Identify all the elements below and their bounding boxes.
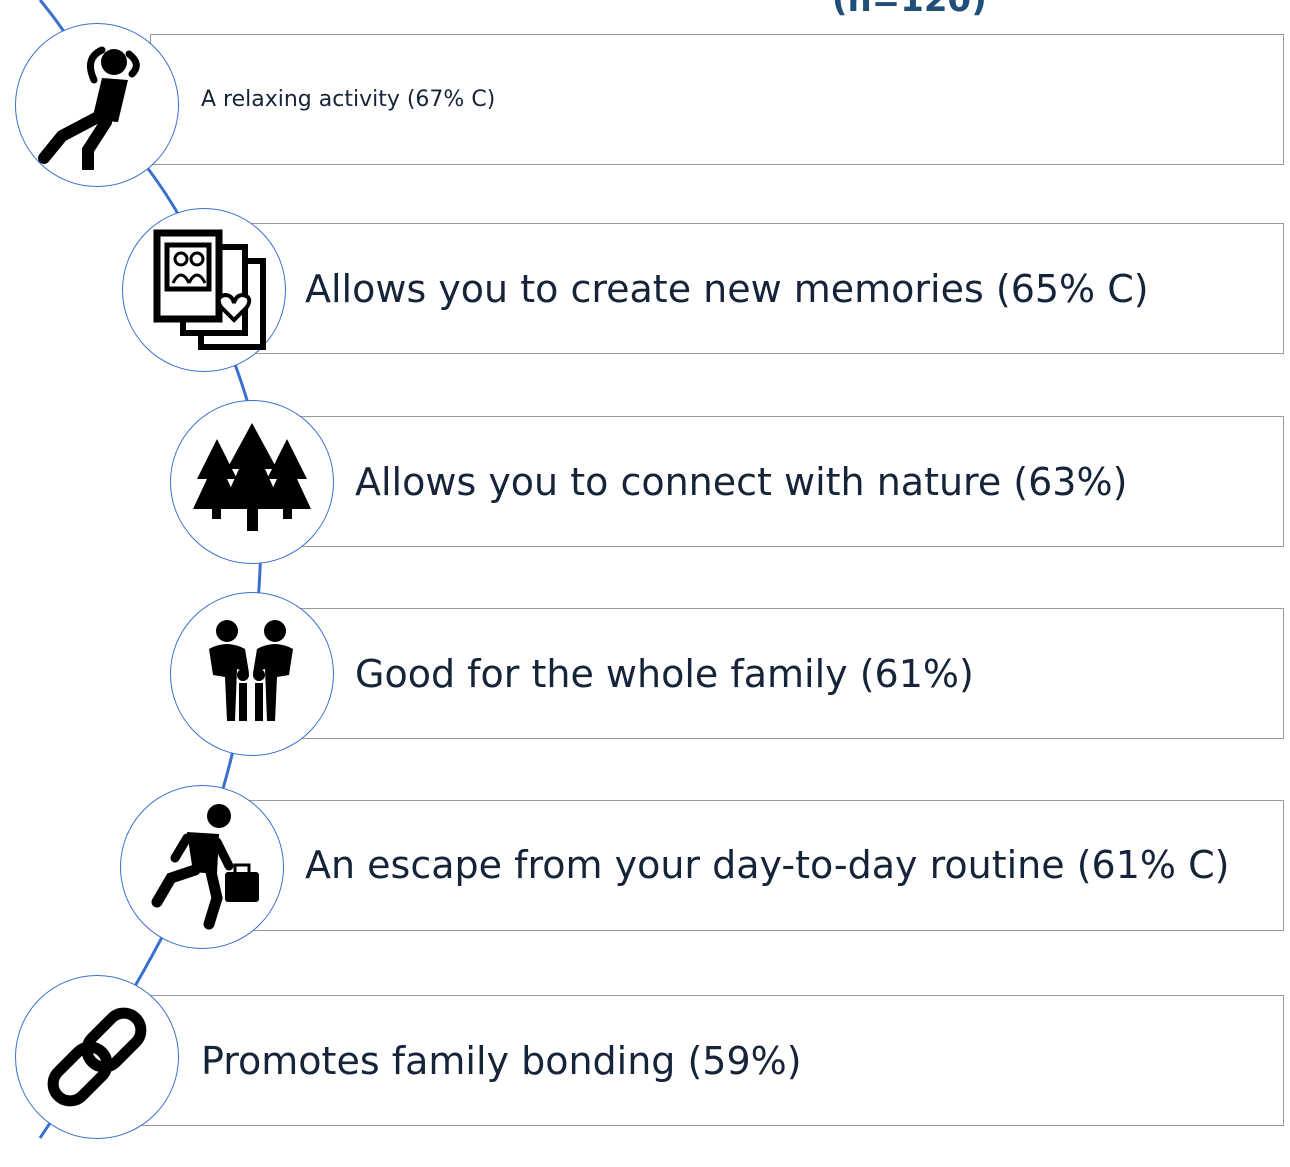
benefit-box-5: An escape from your day-to-day routine (…	[230, 800, 1284, 931]
icon-circle-4	[170, 592, 334, 756]
icon-circle-5	[120, 785, 284, 949]
page: { "header": { "fragment": "(n=120)" }, "…	[0, 0, 1290, 1167]
benefit-box-3: Allows you to connect with nature (63%)	[282, 416, 1284, 547]
benefit-label-3: Allows you to connect with nature (63%)	[355, 459, 1128, 504]
benefit-box-1: A relaxing activity (67% C)	[150, 34, 1284, 165]
benefit-label-2: Allows you to create new memories (65% C…	[305, 266, 1149, 311]
benefit-box-6: Promotes family bonding (59%)	[125, 995, 1284, 1126]
icon-circle-2	[122, 208, 286, 372]
person-running-briefcase-icon	[151, 804, 259, 930]
benefit-label-5: An escape from your day-to-day routine (…	[305, 842, 1230, 887]
benefit-box-4: Good for the whole family (61%)	[282, 608, 1284, 739]
icon-circle-1	[15, 23, 179, 187]
pine-trees-icon	[193, 423, 311, 531]
photo-memories-icon	[153, 229, 266, 350]
icon-circle-3	[170, 400, 334, 564]
benefit-box-2: Allows you to create new memories (65% C…	[230, 223, 1284, 354]
icon-circle-6	[15, 975, 179, 1139]
connector-curve	[38, 0, 264, 1139]
person-relaxing-icon	[38, 46, 140, 170]
benefit-label-6: Promotes family bonding (59%)	[201, 1038, 802, 1083]
header-fragment: (n=120)	[832, 0, 987, 20]
benefit-label-1: A relaxing activity (67% C)	[201, 87, 496, 112]
family-icon	[209, 620, 293, 721]
chain-link-icon	[47, 1007, 147, 1107]
benefit-label-4: Good for the whole family (61%)	[355, 651, 974, 696]
